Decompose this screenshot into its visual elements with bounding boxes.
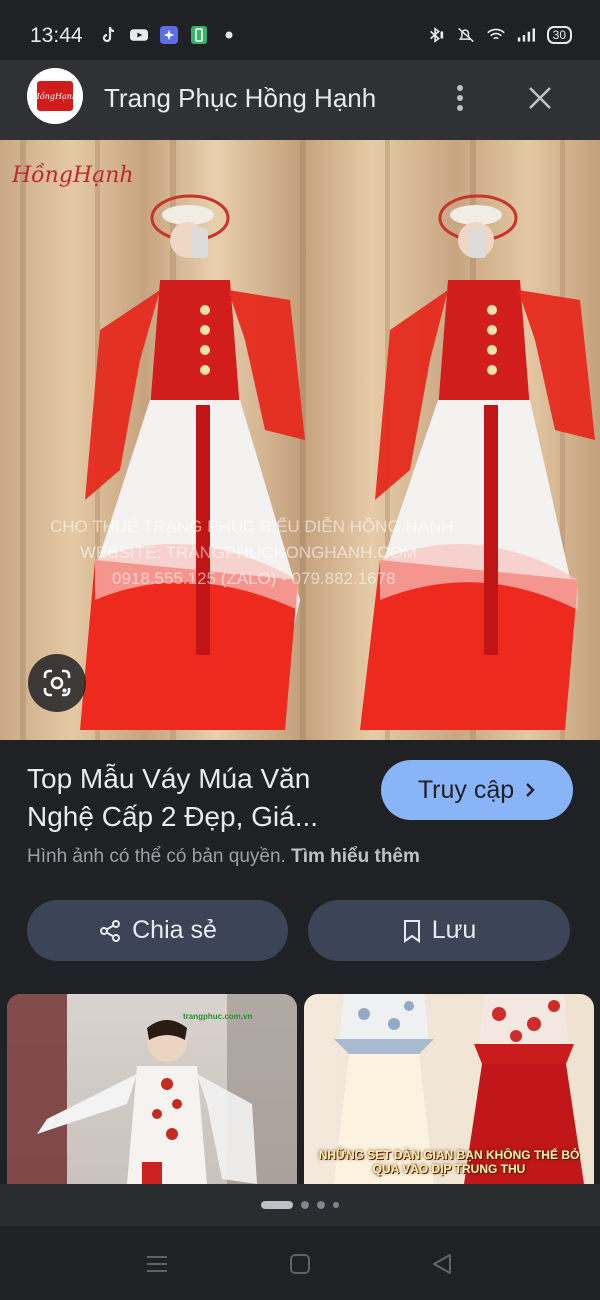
chevron-right-icon <box>526 783 535 797</box>
back-button[interactable] <box>430 1252 454 1276</box>
youtube-icon <box>130 26 148 44</box>
battery-saver-icon <box>190 26 208 44</box>
more-options-button[interactable] <box>446 80 474 116</box>
tiktok-icon <box>100 26 118 44</box>
pager-dot[interactable] <box>317 1201 325 1209</box>
watermark-line-2: WEBSITE: TRANGPHUCHONGHANH.COM <box>80 543 417 562</box>
pager-dot[interactable] <box>301 1201 309 1209</box>
visit-label: Truy cập <box>417 775 515 804</box>
related-image-1[interactable]: trangphuc.com.vn <box>7 994 297 1184</box>
site-favicon[interactable]: HồngHạnh <box>27 68 83 124</box>
dress-photo: HồngHạnh CHO THUÊ TRANG PHỤC BIỂU DIỄN H… <box>11 140 595 740</box>
bluetooth-icon <box>427 26 445 44</box>
dot-icon <box>220 26 238 44</box>
favicon-logo: HồngHạnh <box>33 81 77 111</box>
save-label: Lưu <box>431 916 477 944</box>
related-overlay-text: trangphuc.com.vn <box>183 1012 253 1021</box>
bookmark-icon <box>403 919 420 943</box>
close-icon <box>529 87 551 109</box>
share-label: Chia sẻ <box>132 916 217 944</box>
system-icons: 30 <box>427 26 572 44</box>
learn-more-link[interactable]: Tìm hiểu thêm <box>291 846 420 867</box>
more-vert-icon <box>457 85 463 111</box>
recents-icon <box>147 1256 167 1272</box>
back-icon <box>433 1254 451 1274</box>
mute-icon <box>457 26 475 44</box>
save-button[interactable]: Lưu <box>308 900 570 961</box>
watermark-line-1: CHO THUÊ TRANG PHỤC BIỂU DIỄN HỒNG HẠNH <box>50 517 454 536</box>
carousel-pager <box>0 1184 600 1226</box>
related-photo-1 <box>7 994 297 1184</box>
wifi-icon <box>486 26 505 44</box>
watermark-logo: HồngHạnh <box>11 162 134 188</box>
visit-button[interactable]: Truy cập <box>381 760 573 820</box>
share-icon <box>100 919 121 942</box>
main-image[interactable]: HồngHạnh CHO THUÊ TRANG PHỤC BIỂU DIỄN H… <box>0 140 600 740</box>
notification-icons <box>100 26 238 44</box>
signal-icon <box>517 26 535 44</box>
system-navbar <box>0 1226 600 1300</box>
home-icon <box>290 1254 310 1274</box>
pager-dot[interactable] <box>261 1201 293 1209</box>
home-button[interactable] <box>288 1252 312 1276</box>
watermark-line-3: 0918.555.125 (ZALO) - 079.882.1678 <box>112 569 396 588</box>
close-button[interactable] <box>522 80 558 116</box>
site-name[interactable]: Trang Phục Hồng Hạnh <box>104 83 376 114</box>
google-lens-icon <box>43 669 71 697</box>
recents-button[interactable] <box>145 1252 169 1276</box>
app-icon <box>160 26 178 44</box>
result-title[interactable]: Top Mẫu Váy Múa Văn Nghệ Cấp 2 Đẹp, Giá.… <box>27 760 367 836</box>
copyright-text: Hình ảnh có thể có bản quyền. <box>27 846 286 867</box>
related-image-2[interactable]: NHỮNG SET DÂN GIAN BẠN KHÔNG THỂ BỎ QUA … <box>304 994 594 1184</box>
viewer-header: HồngHạnh Trang Phục Hồng Hạnh <box>0 60 600 140</box>
google-lens-button[interactable] <box>28 654 86 712</box>
related-caption: NHỮNG SET DÂN GIAN BẠN KHÔNG THỂ BỎ QUA … <box>318 1148 580 1176</box>
status-bar: 13:44 30 <box>0 0 600 60</box>
copyright-notice: Hình ảnh có thể có bản quyền. Tìm hiểu t… <box>27 846 420 868</box>
status-time: 13:44 <box>30 24 83 47</box>
pager-dot[interactable] <box>333 1202 339 1208</box>
battery-icon: 30 <box>546 26 572 44</box>
share-button[interactable]: Chia sẻ <box>27 900 288 961</box>
